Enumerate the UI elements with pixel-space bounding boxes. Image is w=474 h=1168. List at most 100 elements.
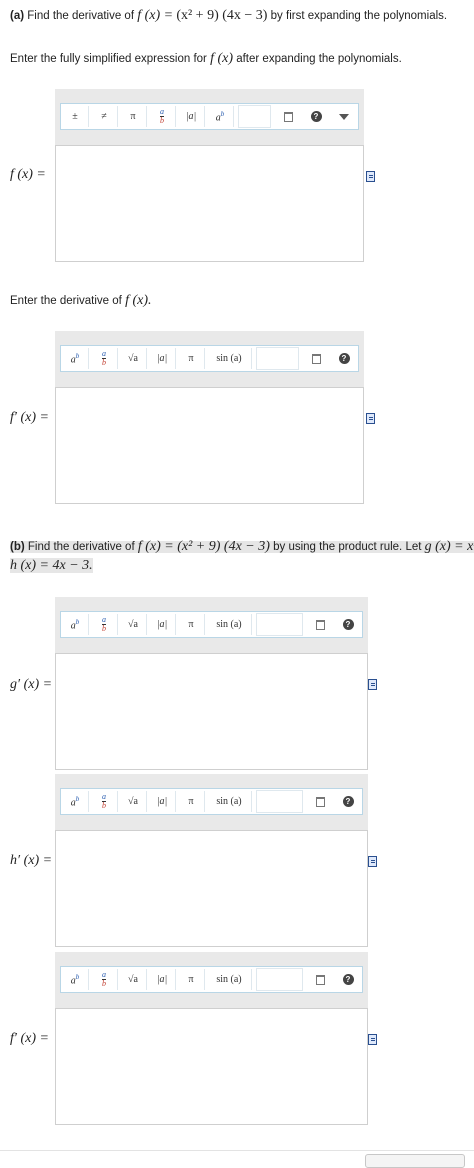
fraction-top: a xyxy=(102,970,106,979)
fraction-button[interactable]: ab xyxy=(91,348,118,369)
sqrt-button[interactable]: √a xyxy=(120,791,147,812)
edit-icon[interactable] xyxy=(368,679,377,690)
hpx-input[interactable] xyxy=(55,830,368,947)
instruction-simplify-fx: f (x) xyxy=(210,51,234,66)
fx-input[interactable] xyxy=(55,145,364,262)
toolbar-spacer xyxy=(256,347,299,370)
fraction-button[interactable]: ab xyxy=(149,106,176,127)
sin-button[interactable]: sin (a) xyxy=(207,791,252,812)
part-b-hx-line: h (x) = 4x − 3. xyxy=(10,558,93,574)
fraction-button[interactable]: ab xyxy=(91,791,118,812)
sin-button[interactable]: sin (a) xyxy=(207,348,252,369)
part-a-text-before: Find the derivative of xyxy=(27,10,135,22)
hpx-answer-widget: ab ab √a |a| π sin (a) ? xyxy=(55,774,368,947)
trash-button[interactable] xyxy=(307,969,333,990)
sqrt-label: √a xyxy=(128,974,138,985)
help-icon: ? xyxy=(310,111,322,122)
power-exp: b xyxy=(75,972,80,981)
fraction-icon: ab xyxy=(160,108,164,125)
fraction-bottom: b xyxy=(102,358,106,367)
power-button[interactable]: ab xyxy=(207,106,234,127)
instruction-derivative-text: Enter the derivative of xyxy=(10,295,122,307)
absolute-value-label: |a| xyxy=(156,796,168,807)
part-a-text-after: by first expanding the polynomials. xyxy=(270,10,448,22)
fraction-top: a xyxy=(102,349,106,358)
help-icon: ? xyxy=(342,619,354,630)
power-button[interactable]: ab xyxy=(62,969,89,990)
absolute-value-button[interactable]: |a| xyxy=(149,969,176,990)
power-button[interactable]: ab xyxy=(62,791,89,812)
trash-button[interactable] xyxy=(307,614,333,635)
pi-button[interactable]: π xyxy=(178,348,205,369)
not-equal-button[interactable]: ≠ xyxy=(91,106,118,127)
gpx-input[interactable] xyxy=(55,653,368,770)
part-b-text-middle: by using the product rule. Let xyxy=(273,541,422,553)
part-b-gx-expr: g (x) = x² xyxy=(424,539,474,554)
fraction-icon: ab xyxy=(102,971,106,988)
fpx-b-input[interactable] xyxy=(55,1008,368,1125)
part-b-text-before: Find the derivative of xyxy=(27,541,135,553)
absolute-value-button[interactable]: |a| xyxy=(149,614,176,635)
absolute-value-button[interactable]: |a| xyxy=(149,348,176,369)
sqrt-button[interactable]: √a xyxy=(120,348,147,369)
fraction-bottom: b xyxy=(102,801,106,810)
part-b-question: (b) Find the derivative of f (x) = (x² +… xyxy=(10,539,474,555)
pi-button[interactable]: π xyxy=(178,791,205,812)
power-button[interactable]: ab xyxy=(62,348,89,369)
edit-icon[interactable] xyxy=(366,171,375,182)
help-button[interactable]: ? xyxy=(335,614,361,635)
fraction-button[interactable]: ab xyxy=(91,969,118,990)
fx-label: f (x) = xyxy=(10,167,46,183)
toolbar-spacer xyxy=(256,790,303,813)
absolute-value-button[interactable]: |a| xyxy=(178,106,205,127)
edit-icon[interactable] xyxy=(368,1034,377,1045)
help-button[interactable]: ? xyxy=(331,348,357,369)
trash-button[interactable] xyxy=(275,106,301,127)
fraction-button[interactable]: ab xyxy=(91,614,118,635)
expand-toolbar-button[interactable] xyxy=(331,106,357,127)
fpx-answer-widget-a: ab ab √a |a| π sin (a) ? xyxy=(55,331,364,504)
part-b-fx-expr: f (x) = (x² + 9) (4x − 3) xyxy=(137,539,270,554)
edit-icon[interactable] xyxy=(366,413,375,424)
edit-icon[interactable] xyxy=(368,856,377,867)
trash-button[interactable] xyxy=(307,791,333,812)
gpx-label-text: g′ (x) = xyxy=(10,677,53,692)
fpx-a-input[interactable] xyxy=(55,387,364,504)
absolute-value-label: |a| xyxy=(156,974,168,985)
not-equal-label: ≠ xyxy=(101,111,107,122)
sqrt-label: √a xyxy=(128,619,138,630)
help-button[interactable]: ? xyxy=(303,106,329,127)
sin-label: sin (a) xyxy=(216,353,242,364)
pi-button[interactable]: π xyxy=(178,969,205,990)
help-button[interactable]: ? xyxy=(335,969,361,990)
power-icon: ab xyxy=(71,618,80,631)
footer-button[interactable] xyxy=(365,1154,465,1168)
pi-label: π xyxy=(188,974,194,985)
pi-label: π xyxy=(130,111,136,122)
sin-label: sin (a) xyxy=(216,796,242,807)
power-exp: b xyxy=(75,351,80,360)
sin-label: sin (a) xyxy=(216,974,242,985)
fx-toolbar-wrapper: ± ≠ π ab |a| ab ? xyxy=(55,89,364,145)
pi-button[interactable]: π xyxy=(178,614,205,635)
fx-answer-widget: ± ≠ π ab |a| ab ? xyxy=(55,89,364,262)
power-button[interactable]: ab xyxy=(62,614,89,635)
absolute-value-button[interactable]: |a| xyxy=(149,791,176,812)
fpx-b-toolbar: ab ab √a |a| π sin (a) ? xyxy=(60,966,363,993)
sin-button[interactable]: sin (a) xyxy=(207,614,252,635)
sin-button[interactable]: sin (a) xyxy=(207,969,252,990)
sqrt-label: √a xyxy=(128,796,138,807)
help-button[interactable]: ? xyxy=(335,791,361,812)
fpx-answer-widget-b: ab ab √a |a| π sin (a) ? xyxy=(55,952,368,1125)
power-icon: ab xyxy=(71,795,80,808)
trash-button[interactable] xyxy=(303,348,329,369)
toolbar-spacer xyxy=(256,968,303,991)
fraction-icon: ab xyxy=(102,350,106,367)
plus-minus-button[interactable]: ± xyxy=(62,106,89,127)
sqrt-button[interactable]: √a xyxy=(120,614,147,635)
pi-button[interactable]: π xyxy=(120,106,147,127)
fx-toolbar: ± ≠ π ab |a| ab ? xyxy=(60,103,359,130)
fraction-icon: ab xyxy=(102,793,106,810)
instruction-derivative-fx: f (x). xyxy=(125,293,152,308)
sqrt-button[interactable]: √a xyxy=(120,969,147,990)
